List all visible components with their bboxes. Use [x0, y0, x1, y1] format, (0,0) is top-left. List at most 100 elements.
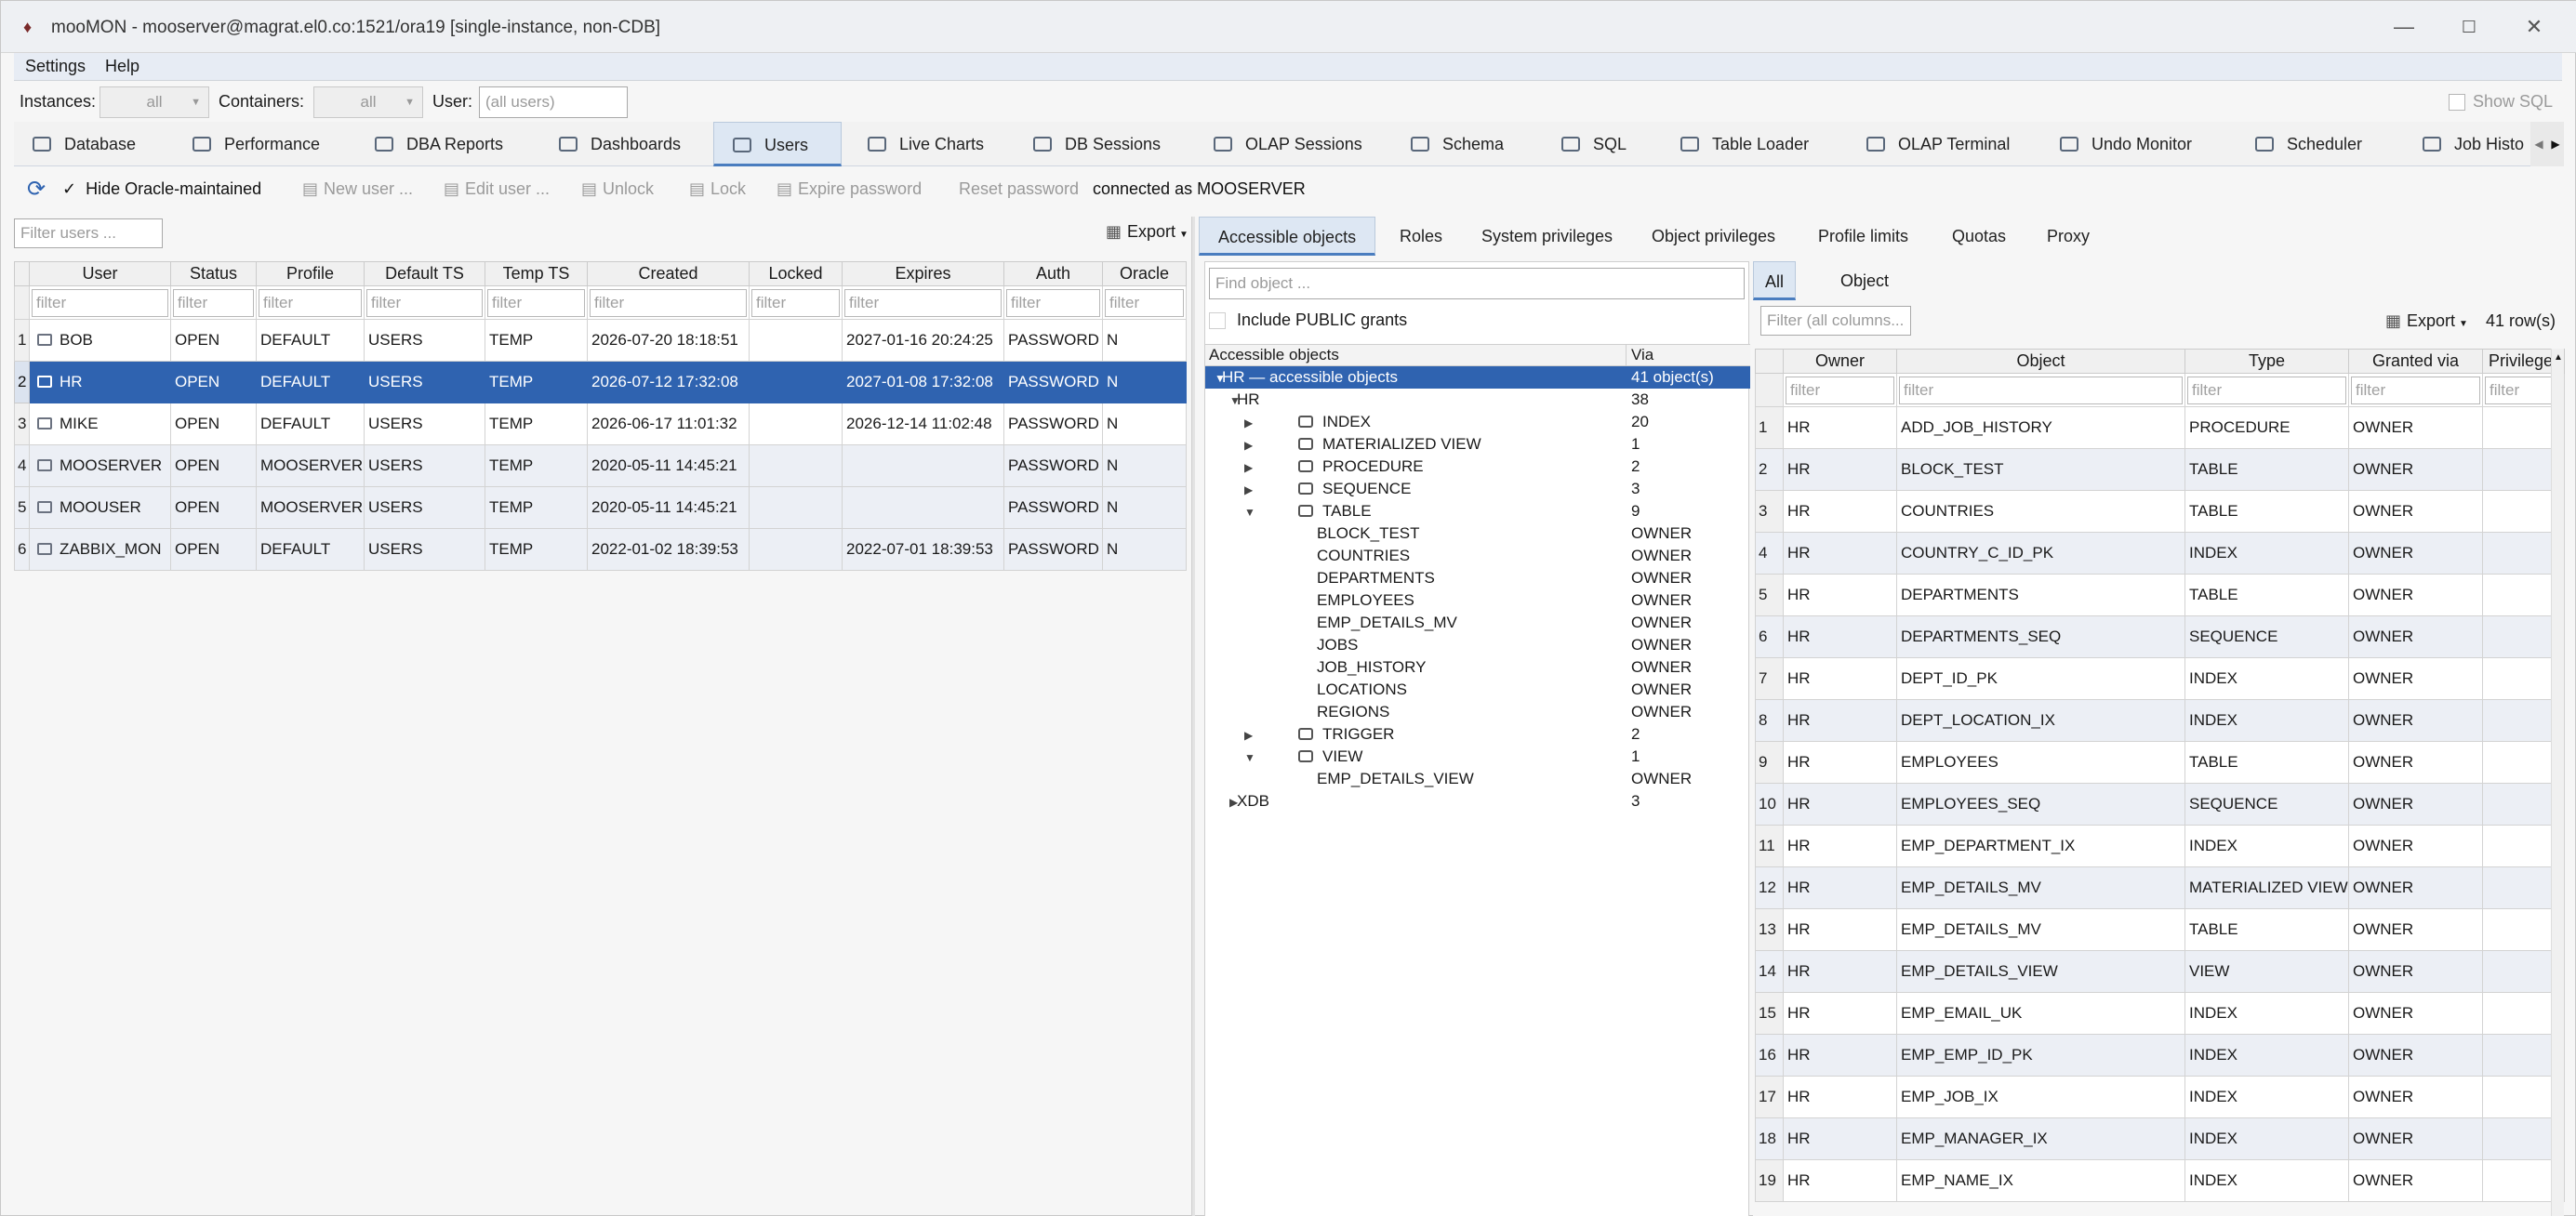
- filter-user-input[interactable]: filter: [32, 288, 168, 317]
- expand-arrow-icon[interactable]: ▶: [1244, 456, 1253, 479]
- column-header-default-ts[interactable]: Default TS: [364, 261, 485, 286]
- tree-col-objects[interactable]: Accessible objects: [1209, 346, 1339, 364]
- expand-arrow-icon[interactable]: ▶: [1244, 412, 1253, 434]
- object-row[interactable]: 8 HR DEPT_LOCATION_IX INDEX OWNER: [1755, 699, 2565, 742]
- tab-performance[interactable]: Performance: [193, 122, 320, 166]
- filter-type-input[interactable]: filter: [2187, 376, 2346, 404]
- column-header-auth[interactable]: Auth: [1003, 261, 1103, 286]
- filter-oracle-input[interactable]: filter: [1105, 288, 1184, 317]
- column-header-oracle[interactable]: Oracle: [1102, 261, 1187, 286]
- tree-node[interactable]: ▶ MATERIALIZED VIEW 1: [1205, 433, 1750, 456]
- expand-arrow-icon[interactable]: ▶: [1244, 724, 1253, 747]
- tree-node[interactable]: ▶ XDB 3: [1205, 790, 1750, 813]
- filter-object-input[interactable]: filter: [1899, 376, 2183, 404]
- instances-select[interactable]: all ▼: [100, 86, 209, 118]
- object-row[interactable]: 10 HR EMPLOYEES_SEQ SEQUENCE OWNER: [1755, 783, 2565, 826]
- expand-arrow-icon[interactable]: ▶: [1244, 434, 1253, 456]
- tree-node[interactable]: ▶ SEQUENCE 3: [1205, 478, 1750, 500]
- filter-all-columns-input[interactable]: Filter (all columns...: [1760, 306, 1911, 336]
- scroll-up-icon[interactable]: ▲: [2554, 352, 2563, 363]
- tab-proxy[interactable]: Proxy: [2047, 217, 2090, 256]
- tree-node[interactable]: DEPARTMENTS OWNER: [1205, 567, 1750, 589]
- filter-locked-input[interactable]: filter: [751, 288, 840, 317]
- column-header-user[interactable]: User: [29, 261, 171, 286]
- tab-object-privileges[interactable]: Object privileges: [1652, 217, 1775, 256]
- column-header-granted-via[interactable]: Granted via: [2348, 349, 2483, 374]
- object-row[interactable]: 12 HR EMP_DETAILS_MV MATERIALIZED VIEW OWNER: [1755, 866, 2565, 909]
- tree-node[interactable]: REGIONS OWNER: [1205, 701, 1750, 723]
- show-sql-checkbox[interactable]: Show SQL: [2449, 92, 2553, 112]
- object-row[interactable]: 16 HR EMP_EMP_ID_PK INDEX OWNER: [1755, 1034, 2565, 1077]
- tree-node[interactable]: ▼ TABLE 9: [1205, 500, 1750, 522]
- object-row[interactable]: 1 HR ADD_JOB_HISTORY PROCEDURE OWNER: [1755, 406, 2565, 449]
- tab-all[interactable]: All: [1753, 261, 1797, 300]
- new-user-button[interactable]: ▤ New user ...: [302, 179, 413, 199]
- tree-node[interactable]: ▶ INDEX 20: [1205, 411, 1750, 433]
- user-row[interactable]: 6 ZABBIX_MON OPEN DEFAULT USERS TEMP 2022-01-0…: [14, 528, 1187, 571]
- edit-user-button[interactable]: ▤ Edit user ...: [444, 179, 550, 199]
- tree-node[interactable]: EMP_DETAILS_VIEW OWNER: [1205, 768, 1750, 790]
- user-row[interactable]: 2 HR OPEN DEFAULT USERS TEMP 2026-07-12 17:32:…: [14, 361, 1187, 403]
- filter-default-ts-input[interactable]: filter: [366, 288, 483, 317]
- tab-database[interactable]: Database: [33, 122, 136, 166]
- tab-scroll-right-icon[interactable]: ▶: [2547, 122, 2564, 166]
- find-object-input[interactable]: Find object ...: [1209, 268, 1745, 299]
- tree-node[interactable]: ▼ VIEW 1: [1205, 746, 1750, 768]
- expire-password-button[interactable]: ▤ Expire password: [777, 179, 922, 199]
- object-row[interactable]: 3 HR COUNTRIES TABLE OWNER: [1755, 490, 2565, 533]
- tree-node[interactable]: EMPLOYEES OWNER: [1205, 589, 1750, 612]
- tab-object[interactable]: Object: [1829, 261, 1900, 300]
- tree-node[interactable]: ▶ TRIGGER 2: [1205, 723, 1750, 746]
- object-row[interactable]: 4 HR COUNTRY_C_ID_PK INDEX OWNER: [1755, 532, 2565, 575]
- tab-olap-sessions[interactable]: OLAP Sessions: [1214, 122, 1362, 166]
- filter-granted-via-input[interactable]: filter: [2351, 376, 2480, 404]
- containers-select[interactable]: all ▼: [313, 86, 423, 118]
- object-row[interactable]: 2 HR BLOCK_TEST TABLE OWNER: [1755, 448, 2565, 491]
- user-row[interactable]: 1 BOB OPEN DEFAULT USERS TEMP 2026-07-20 18:18…: [14, 319, 1187, 362]
- user-row[interactable]: 5 MOOUSER OPEN MOOSERVER USERS TEMP 2020-05-11…: [14, 486, 1187, 529]
- object-row[interactable]: 15 HR EMP_EMAIL_UK INDEX OWNER: [1755, 992, 2565, 1035]
- tab-schema[interactable]: Schema: [1411, 122, 1504, 166]
- object-row[interactable]: 7 HR DEPT_ID_PK INDEX OWNER: [1755, 657, 2565, 700]
- panel-splitter[interactable]: [1191, 217, 1195, 1216]
- tab-profile-limits[interactable]: Profile limits: [1818, 217, 1908, 256]
- tree-node[interactable]: BLOCK_TEST OWNER: [1205, 522, 1750, 545]
- expand-arrow-icon[interactable]: ▶: [1244, 479, 1253, 501]
- column-header-temp-ts[interactable]: Temp TS: [485, 261, 588, 286]
- tree-col-via[interactable]: Via: [1631, 346, 1653, 364]
- tree-node[interactable]: JOBS OWNER: [1205, 634, 1750, 656]
- tab-dashboards[interactable]: Dashboards: [559, 122, 681, 166]
- column-header-owner[interactable]: Owner: [1783, 349, 1897, 374]
- tab-users[interactable]: Users: [713, 122, 842, 166]
- minimize-icon[interactable]: —: [2385, 10, 2423, 44]
- object-row[interactable]: 18 HR EMP_MANAGER_IX INDEX OWNER: [1755, 1117, 2565, 1160]
- column-header-created[interactable]: Created: [587, 261, 750, 286]
- object-row[interactable]: 11 HR EMP_DEPARTMENT_IX INDEX OWNER: [1755, 825, 2565, 867]
- tab-table-loader[interactable]: Table Loader: [1680, 122, 1809, 166]
- column-header-expires[interactable]: Expires: [842, 261, 1004, 286]
- tab-live-charts[interactable]: Live Charts: [868, 122, 984, 166]
- tab-quotas[interactable]: Quotas: [1952, 217, 2006, 256]
- filter-expires-input[interactable]: filter: [844, 288, 1002, 317]
- maximize-icon[interactable]: ☐: [2450, 10, 2488, 44]
- object-row[interactable]: 14 HR EMP_DETAILS_VIEW VIEW OWNER: [1755, 950, 2565, 993]
- tree-node[interactable]: ▼ HR — accessible objects 41 object(s): [1205, 366, 1750, 389]
- close-icon[interactable]: ✕: [2516, 10, 2553, 44]
- filter-status-input[interactable]: filter: [173, 288, 254, 317]
- tab-sql[interactable]: SQL: [1561, 122, 1627, 166]
- unlock-button[interactable]: ▤ Unlock: [581, 179, 654, 199]
- menu-help[interactable]: Help: [105, 57, 139, 76]
- user-row[interactable]: 4 MOOSERVER OPEN MOOSERVER USERS TEMP 2020-05-…: [14, 444, 1187, 487]
- column-header-type[interactable]: Type: [2184, 349, 2349, 374]
- menu-settings[interactable]: Settings: [25, 57, 86, 76]
- column-header-object[interactable]: Object: [1896, 349, 2185, 374]
- tab-accessible-objects[interactable]: Accessible objects: [1199, 217, 1376, 256]
- objects-export-button[interactable]: ▦ Export ▼: [2385, 311, 2468, 331]
- filter-created-input[interactable]: filter: [590, 288, 747, 317]
- tab-scheduler[interactable]: Scheduler: [2255, 122, 2362, 166]
- filter-profile-input[interactable]: filter: [259, 288, 362, 317]
- tab-scroll-left-icon[interactable]: ◀: [2530, 122, 2547, 166]
- user-row[interactable]: 3 MIKE OPEN DEFAULT USERS TEMP 2026-06-17 11:0…: [14, 403, 1187, 445]
- refresh-icon[interactable]: ⟳: [27, 176, 46, 203]
- object-row[interactable]: 13 HR EMP_DETAILS_MV TABLE OWNER: [1755, 908, 2565, 951]
